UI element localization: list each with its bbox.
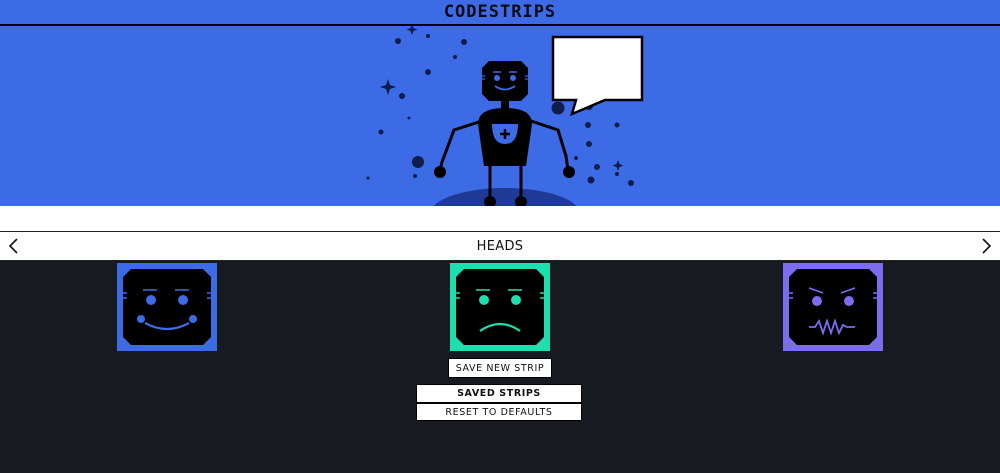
reset-defaults-button[interactable]: RESET TO DEFAULTS	[416, 403, 582, 421]
chevron-left-icon[interactable]	[0, 232, 26, 260]
comic-scene	[366, 26, 644, 206]
caption-band	[0, 206, 1000, 231]
saved-strips-button[interactable]: SAVED STRIPS	[416, 384, 582, 403]
planet	[433, 188, 577, 206]
head-option-happy[interactable]	[117, 263, 217, 351]
category-selector: HEADS	[0, 231, 1000, 261]
head-option-angry[interactable]	[783, 263, 883, 351]
speech-bubble[interactable]	[551, 35, 644, 117]
chevron-right-icon[interactable]	[974, 232, 1000, 260]
app-title: CODESTRIPS	[443, 2, 557, 22]
category-label: HEADS	[476, 238, 524, 254]
top-header: CODESTRIPS	[0, 0, 1000, 26]
head-option-sad[interactable]	[450, 263, 550, 351]
save-new-strip-button[interactable]: SAVE NEW STRIP	[448, 358, 552, 378]
comic-stage	[0, 26, 1000, 206]
